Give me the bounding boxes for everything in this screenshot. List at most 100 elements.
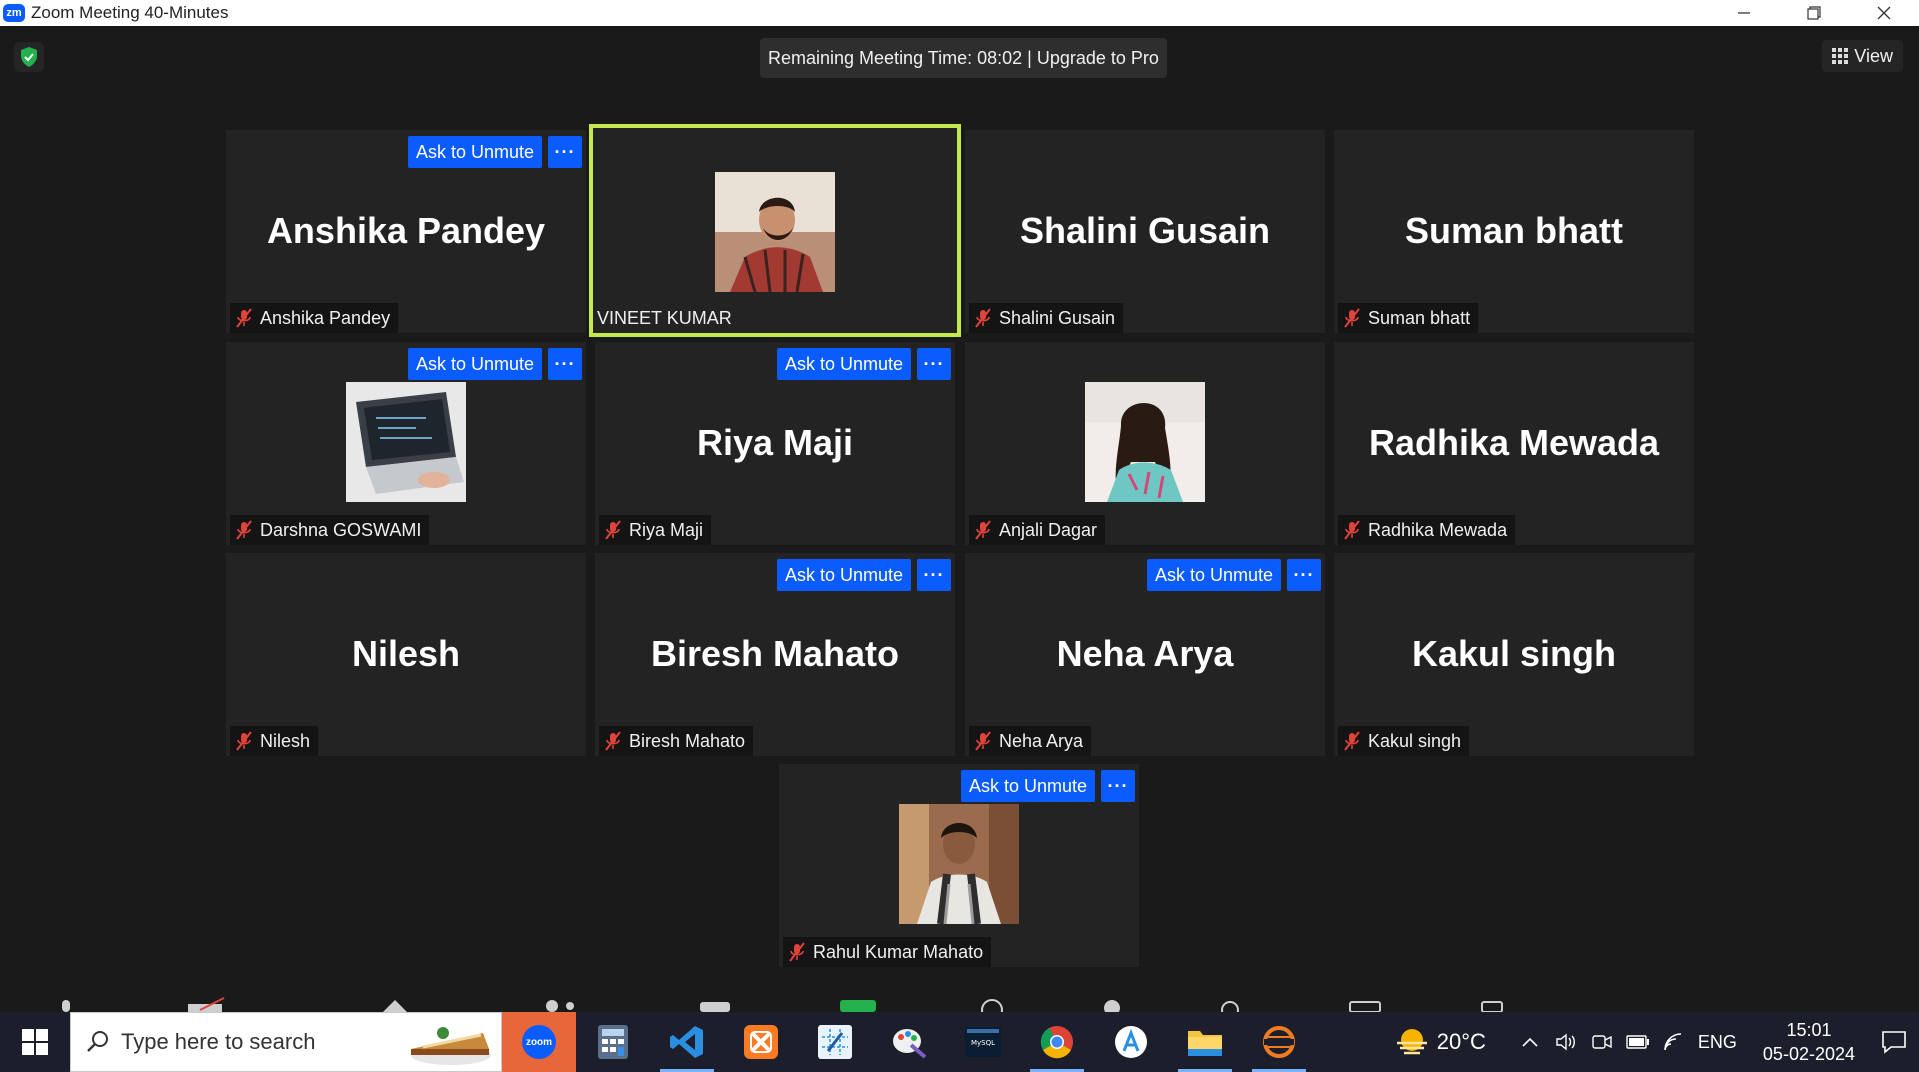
participant-tile[interactable]: Suman bhatt Suman bhatt [1334, 130, 1694, 333]
participant-display-name: Neha Arya [1056, 633, 1234, 674]
muted-mic-icon [975, 308, 991, 328]
participant-name: VINEET KUMAR [597, 307, 732, 328]
title-bar: zm Zoom Meeting 40-Minutes [0, 0, 1919, 26]
participant-name-label: Riya Maji [599, 515, 712, 545]
meet-now-button[interactable] [1584, 1012, 1620, 1072]
zoom-app-icon: zm [3, 4, 25, 22]
weather-widget[interactable]: 20°C [1395, 1027, 1486, 1057]
participant-tile[interactable]: Anshika Pandey Ask to Unmute ··· Anshika… [226, 130, 586, 333]
ask-to-unmute-button[interactable]: Ask to Unmute [408, 348, 543, 380]
clock[interactable]: 15:01 05-02-2024 [1763, 1018, 1855, 1066]
close-button[interactable] [1849, 0, 1919, 26]
app-store-icon [1115, 1026, 1147, 1058]
taskbar-app-calculator[interactable] [576, 1012, 650, 1072]
participant-display-name: Radhika Mewada [1368, 422, 1660, 463]
wifi-icon [1664, 1033, 1681, 1051]
ask-to-unmute-button[interactable]: Ask to Unmute [777, 559, 912, 591]
input-language[interactable]: ENG [1698, 1032, 1737, 1053]
participant-tile[interactable]: Neha Arya Ask to Unmute ··· Neha Arya [965, 553, 1325, 756]
security-button[interactable] [14, 42, 44, 72]
participant-name-label: Rahul Kumar Mahato [783, 937, 992, 967]
taskbar-app-paint[interactable] [872, 1012, 946, 1072]
eclipse-icon [1263, 1026, 1295, 1058]
participant-tile-active-speaker[interactable]: VINEET KUMAR [589, 124, 961, 337]
participant-name-label: Neha Arya [969, 726, 1092, 756]
view-button[interactable]: View [1822, 40, 1903, 72]
search-placeholder: Type here to search [121, 1029, 316, 1054]
participant-tile[interactable]: Nilesh Nilesh [226, 553, 586, 756]
participant-tile[interactable]: Riya Maji Ask to Unmute ··· Riya Maji [595, 342, 955, 545]
taskbar-app-store[interactable] [1094, 1012, 1168, 1072]
participant-tile[interactable]: Anjali Dagar [965, 342, 1325, 545]
taskbar-app-xampp[interactable] [724, 1012, 798, 1072]
participant-name: Riya Maji [629, 519, 704, 540]
camera-icon [1592, 1035, 1612, 1049]
participant-tile[interactable]: Shalini Gusain Shalini Gusain [965, 130, 1325, 333]
muted-mic-icon [236, 731, 252, 751]
participant-video [346, 382, 466, 502]
more-options-button[interactable]: ··· [1101, 770, 1135, 802]
ask-to-unmute-button[interactable]: Ask to Unmute [1147, 559, 1282, 591]
muted-mic-icon [975, 520, 991, 540]
ask-to-unmute-button[interactable]: Ask to Unmute [961, 770, 1096, 802]
taskbar-app-chrome[interactable] [1020, 1012, 1094, 1072]
network-button[interactable] [1656, 1012, 1692, 1072]
ask-to-unmute-button[interactable]: Ask to Unmute [777, 348, 912, 380]
notification-center-button[interactable] [1869, 1012, 1919, 1072]
muted-mic-icon [236, 520, 252, 540]
battery-button[interactable] [1620, 1012, 1656, 1072]
notification-icon [1882, 1031, 1906, 1054]
taskbar-app-file-explorer[interactable] [1168, 1012, 1242, 1072]
file-explorer-icon [1188, 1031, 1222, 1056]
windows-taskbar: Type here to search zoom MySQL 20°C ENG … [0, 1012, 1919, 1072]
taskbar-app-vscode[interactable] [650, 1012, 724, 1072]
volume-button[interactable] [1548, 1012, 1584, 1072]
search-highlight-pie-icon [411, 1027, 491, 1065]
muted-mic-icon [605, 520, 621, 540]
participant-display-name: Biresh Mahato [650, 633, 900, 674]
taskbar-app-mysql[interactable]: MySQL [946, 1012, 1020, 1072]
participant-name-label: VINEET KUMAR [593, 303, 740, 333]
participant-video [1085, 382, 1205, 502]
muted-mic-icon [1344, 308, 1360, 328]
participant-video [715, 172, 835, 292]
taskbar-app-zoom[interactable]: zoom [502, 1012, 576, 1072]
more-options-button[interactable]: ··· [548, 136, 582, 168]
clock-time: 15:01 [1786, 1020, 1832, 1040]
remaining-time-banner[interactable]: Remaining Meeting Time: 08:02 | Upgrade … [760, 38, 1167, 78]
taskbar-app-eclipse[interactable] [1242, 1012, 1316, 1072]
more-options-button[interactable]: ··· [917, 559, 951, 591]
taskbar-app-snipping-tool[interactable] [798, 1012, 872, 1072]
participant-name-label: Anjali Dagar [969, 515, 1106, 545]
muted-mic-icon [975, 731, 991, 751]
muted-mic-icon [789, 942, 805, 962]
participant-name: Nilesh [260, 730, 311, 751]
participant-tile[interactable]: Radhika Mewada Radhika Mewada [1334, 342, 1694, 545]
participant-tile[interactable]: Ask to Unmute ··· Darshna GOSWAMI [226, 342, 586, 545]
restore-icon [1807, 6, 1821, 20]
minimize-button[interactable] [1709, 0, 1779, 26]
participant-name: Anshika Pandey [260, 307, 391, 328]
more-options-button[interactable]: ··· [917, 348, 951, 380]
calculator-icon [598, 1025, 628, 1059]
weather-sun-haze-icon [1396, 1029, 1427, 1055]
system-tray: 20°C ENG 15:01 05-02-2024 [1395, 1012, 1919, 1072]
taskbar-search-box[interactable]: Type here to search [70, 1012, 502, 1072]
more-options-button[interactable]: ··· [548, 348, 582, 380]
more-options-button[interactable]: ··· [1287, 559, 1321, 591]
participant-display-name: Kakul singh [1411, 633, 1617, 674]
participant-name: Darshna GOSWAMI [260, 519, 422, 540]
participant-tile[interactable]: Ask to Unmute ··· Rahul Kumar Mahato [779, 764, 1139, 967]
show-hidden-icons-button[interactable] [1512, 1012, 1548, 1072]
weather-temperature: 20°C [1436, 1029, 1486, 1054]
participant-name-label: Darshna GOSWAMI [230, 515, 430, 545]
participant-tile[interactable]: Biresh Mahato Ask to Unmute ··· Biresh M… [595, 553, 955, 756]
participant-name-label: Radhika Mewada [1338, 515, 1516, 545]
restore-button[interactable] [1779, 0, 1849, 26]
start-button[interactable] [0, 1012, 70, 1072]
ask-to-unmute-button[interactable]: Ask to Unmute [408, 136, 543, 168]
meeting-area: Remaining Meeting Time: 08:02 | Upgrade … [0, 26, 1919, 1012]
muted-mic-icon [1344, 731, 1360, 751]
window-controls [1709, 0, 1919, 26]
participant-tile[interactable]: Kakul singh Kakul singh [1334, 553, 1694, 756]
